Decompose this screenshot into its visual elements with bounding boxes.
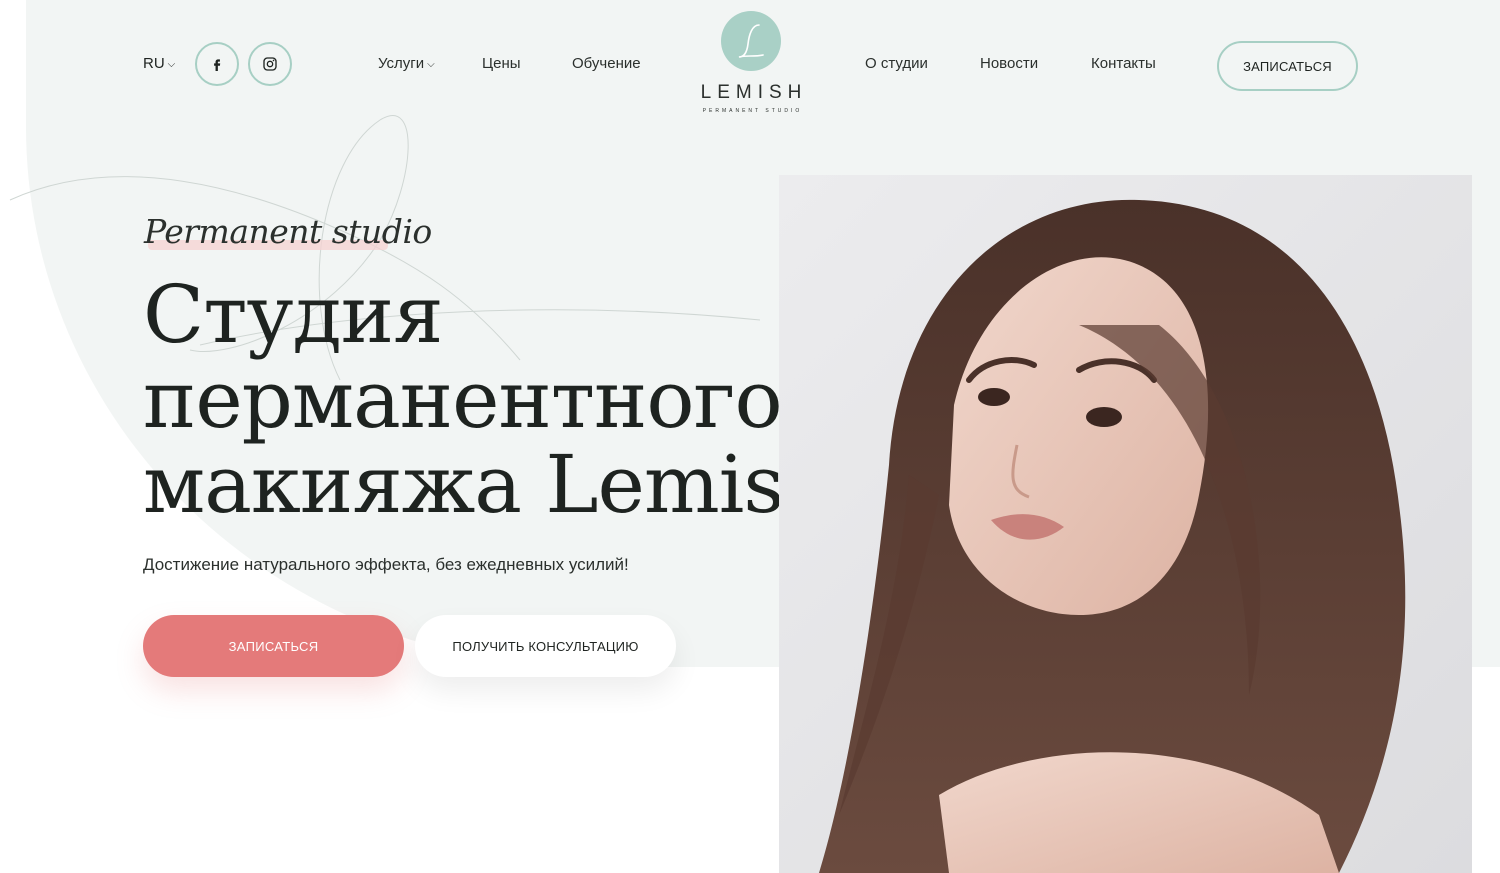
nav-item-training[interactable]: Обучение xyxy=(572,55,641,72)
language-label: RU xyxy=(143,55,165,72)
consultation-button[interactable]: ПОЛУЧИТЬ КОНСУЛЬТАЦИЮ xyxy=(415,615,676,677)
nav-item-news[interactable]: Новости xyxy=(980,55,1038,72)
instagram-button[interactable] xyxy=(248,42,292,86)
site-header: RU ⌵ Услуги ⌵ Цены Обучение LEMISH PERMA… xyxy=(0,0,1500,130)
hero-title: Студия перманентного макияжа Lemish xyxy=(143,268,835,531)
nav-item-services[interactable]: Услуги ⌵ xyxy=(378,55,435,72)
header-signup-button[interactable]: ЗАПИСАТЬСЯ xyxy=(1217,41,1358,91)
facebook-icon xyxy=(214,59,221,71)
nav-item-label: Цены xyxy=(482,55,521,72)
signup-button[interactable]: ЗАПИСАТЬСЯ xyxy=(143,615,404,677)
nav-item-contacts[interactable]: Контакты xyxy=(1091,55,1156,72)
language-selector[interactable]: RU ⌵ xyxy=(143,55,175,72)
hero-title-line: перманентного xyxy=(143,353,783,446)
logo-name: LEMISH xyxy=(700,82,808,103)
logo-tagline: PERMANENT STUDIO xyxy=(702,108,803,114)
facebook-button[interactable] xyxy=(195,42,239,86)
chevron-down-icon: ⌵ xyxy=(427,59,435,70)
hero-title-line: макияжа Lemish xyxy=(143,438,835,531)
nav-item-prices[interactable]: Цены xyxy=(482,55,521,72)
hero-script-title: Permanent studio xyxy=(144,212,432,251)
instagram-icon xyxy=(263,57,277,71)
hero-portrait-image xyxy=(779,175,1472,873)
chevron-down-icon: ⌵ xyxy=(167,58,176,70)
logo-mark-icon xyxy=(721,11,781,71)
nav-item-label: Новости xyxy=(980,55,1039,72)
nav-item-label: О студии xyxy=(865,55,928,72)
site-logo[interactable]: LEMISH PERMANENT STUDIO xyxy=(690,10,812,118)
nav-item-label: Услуги xyxy=(378,55,425,72)
hero-title-line: Студия xyxy=(143,268,444,361)
nav-item-label: Обучение xyxy=(572,55,641,72)
hero-subtitle: Достижение натурального эффекта, без еже… xyxy=(143,555,629,574)
nav-item-about[interactable]: О студии xyxy=(865,55,928,72)
nav-item-label: Контакты xyxy=(1091,55,1156,72)
